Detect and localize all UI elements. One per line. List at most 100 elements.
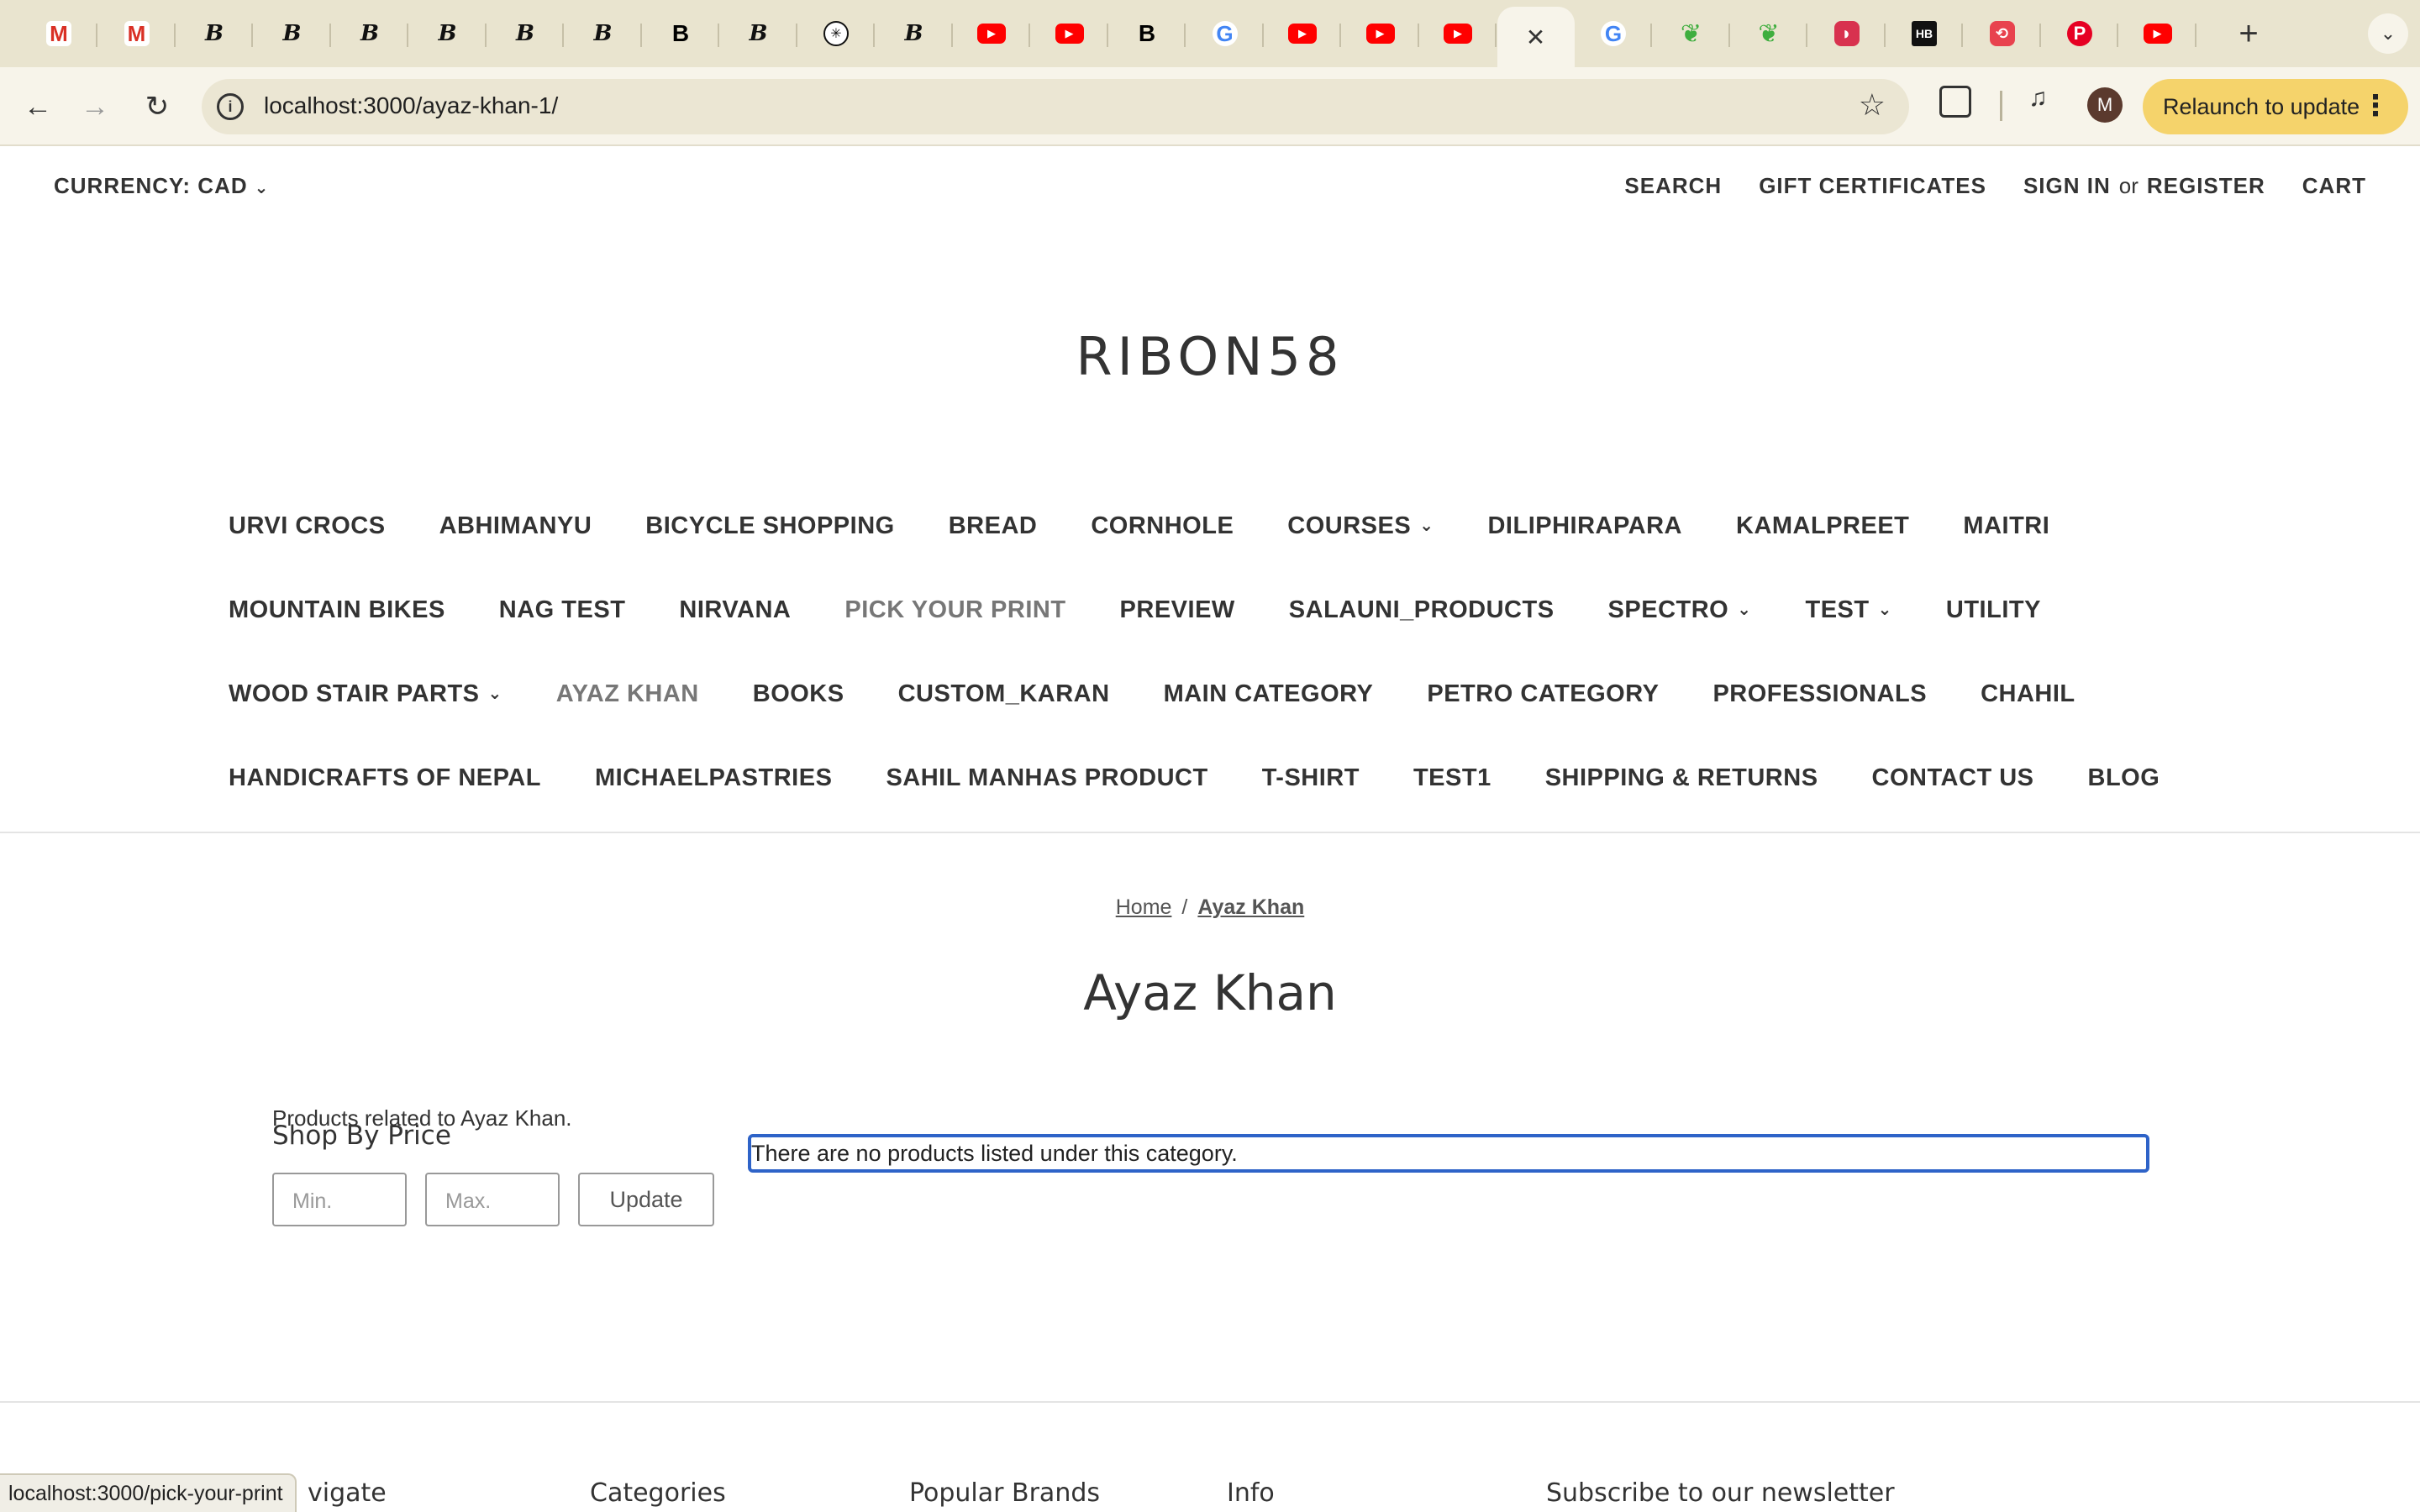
nav-item[interactable]: AYAZ KHAN bbox=[556, 680, 699, 708]
breadcrumb-current-link[interactable]: Ayaz Khan bbox=[1197, 895, 1304, 919]
nav-item[interactable]: CHAHIL bbox=[1981, 680, 2075, 708]
browser-tab[interactable]: ❦ bbox=[1730, 10, 1807, 57]
site-info-icon[interactable]: i bbox=[217, 93, 244, 120]
chevron-down-icon[interactable]: ⌄ bbox=[488, 685, 502, 703]
nav-item[interactable]: NIRVANA bbox=[679, 596, 791, 624]
bookmark-star-icon[interactable]: ☆ bbox=[1859, 87, 1886, 123]
browser-tab[interactable]: B bbox=[720, 10, 797, 57]
store-logo[interactable]: RIBON58 bbox=[0, 326, 2420, 387]
relaunch-to-update-button[interactable]: Relaunch to update ⋮ bbox=[2143, 79, 2408, 134]
chevron-down-icon[interactable]: ⌄ bbox=[1737, 601, 1751, 619]
close-icon[interactable]: ✕ bbox=[1526, 24, 1545, 51]
browser-tab[interactable]: ▶ bbox=[1264, 10, 1341, 57]
breadcrumb-home-link[interactable]: Home bbox=[1116, 895, 1172, 919]
nav-item[interactable]: BREAD bbox=[949, 512, 1038, 540]
nav-item[interactable]: TEST ⌄ bbox=[1806, 596, 1892, 624]
media-control-icon[interactable]: ♫ bbox=[2028, 84, 2048, 113]
browser-tab[interactable]: G bbox=[1186, 10, 1264, 57]
browser-tab[interactable]: B bbox=[876, 10, 953, 57]
search-link[interactable]: SEARCH bbox=[1624, 173, 1722, 199]
nav-item[interactable]: MOUNTAIN BIKES bbox=[229, 596, 445, 624]
leaf-icon: ❦ bbox=[1758, 19, 1780, 48]
google-icon: G bbox=[1212, 21, 1238, 46]
browser-tab[interactable]: G bbox=[1575, 10, 1652, 57]
cart-link[interactable]: CART bbox=[2302, 173, 2366, 199]
nav-item[interactable]: ABHIMANYU bbox=[439, 512, 592, 540]
nav-item[interactable]: PROFESSIONALS bbox=[1712, 680, 1927, 708]
nav-item[interactable]: CONTACT US bbox=[1872, 764, 2034, 792]
nav-item[interactable]: BICYCLE SHOPPING bbox=[645, 512, 894, 540]
forward-button[interactable]: → bbox=[76, 87, 114, 126]
browser-tab[interactable]: ⟲ bbox=[1964, 10, 2041, 57]
utility-links: SEARCH GIFT CERTIFICATES SIGN IN or REGI… bbox=[1587, 173, 2366, 199]
leaf-icon: ❦ bbox=[1680, 19, 1702, 48]
breadcrumb-separator: / bbox=[1181, 895, 1188, 919]
nav-item[interactable]: URVI CROCS bbox=[229, 512, 386, 540]
new-tab-button[interactable]: + bbox=[2227, 12, 2270, 55]
browser-tab[interactable]: ✕ bbox=[1497, 7, 1575, 67]
address-bar[interactable]: i localhost:3000/ayaz-khan-1/ ☆ bbox=[202, 79, 1909, 134]
currency-selector[interactable]: CURRENCY: CAD ⌄ bbox=[54, 173, 269, 199]
browser-tab[interactable]: B bbox=[176, 10, 253, 57]
back-button[interactable]: ← bbox=[18, 87, 57, 126]
nav-item[interactable]: CUSTOM_KARAN bbox=[898, 680, 1110, 708]
nav-item[interactable]: MAIN CATEGORY bbox=[1164, 680, 1374, 708]
nav-item[interactable]: DILIPHIRAPARA bbox=[1487, 512, 1682, 540]
browser-toolbar: ← → ↻ i localhost:3000/ayaz-khan-1/ ☆ ♫ … bbox=[0, 67, 2420, 146]
nav-item[interactable]: MICHAELPASTRIES bbox=[595, 764, 832, 792]
nav-item[interactable]: WOOD STAIR PARTS ⌄ bbox=[229, 680, 502, 708]
tab-search-button[interactable]: ⌄ bbox=[2368, 13, 2408, 54]
browser-tab[interactable]: ✳ bbox=[797, 10, 875, 57]
browser-tab[interactable]: B bbox=[487, 10, 564, 57]
nav-item[interactable]: COURSES ⌄ bbox=[1287, 512, 1434, 540]
nav-item[interactable]: KAMALPREET bbox=[1736, 512, 1909, 540]
browser-tab[interactable]: ◗ bbox=[1808, 10, 1886, 57]
profile-avatar[interactable]: M bbox=[2087, 87, 2123, 123]
nav-item[interactable]: MAITRI bbox=[1963, 512, 2049, 540]
browser-tab[interactable]: ▶ bbox=[2119, 10, 2196, 57]
nav-item[interactable]: PETRO CATEGORY bbox=[1427, 680, 1659, 708]
browser-tab[interactable]: M bbox=[98, 10, 176, 57]
nav-item[interactable]: UTILITY bbox=[1946, 596, 2041, 624]
register-link[interactable]: REGISTER bbox=[2147, 173, 2265, 199]
browser-tab[interactable]: B bbox=[409, 10, 487, 57]
browser-tab[interactable]: ❦ bbox=[1653, 10, 1730, 57]
max-price-input[interactable]: Max. bbox=[425, 1173, 560, 1226]
nav-item[interactable]: NAG TEST bbox=[499, 596, 626, 624]
browser-tab[interactable]: B bbox=[254, 10, 331, 57]
url-text[interactable]: localhost:3000/ayaz-khan-1/ bbox=[264, 92, 558, 119]
browser-tab[interactable]: ▶ bbox=[1342, 10, 1419, 57]
browser-tab[interactable]: B bbox=[1108, 10, 1186, 57]
nav-item-label: BREAD bbox=[948, 512, 1038, 539]
sign-in-link[interactable]: SIGN IN bbox=[2023, 173, 2111, 199]
browser-tab[interactable]: HB bbox=[1886, 10, 1963, 57]
nav-item[interactable]: BLOG bbox=[2088, 764, 2160, 792]
browser-tab[interactable]: ▶ bbox=[1031, 10, 1108, 57]
browser-tab[interactable]: P bbox=[2041, 10, 2118, 57]
nav-item[interactable]: HANDICRAFTS OF NEPAL bbox=[229, 764, 541, 792]
nav-item[interactable]: PICK YOUR PRINT bbox=[844, 596, 1065, 624]
chevron-down-icon[interactable]: ⌄ bbox=[1878, 601, 1892, 619]
browser-tab[interactable]: B bbox=[565, 10, 642, 57]
more-menu-icon[interactable]: ⋮ bbox=[2361, 89, 2390, 123]
nav-item[interactable]: CORNHOLE bbox=[1091, 512, 1234, 540]
min-price-input[interactable]: Min. bbox=[272, 1173, 407, 1226]
browser-tab[interactable]: B bbox=[331, 10, 408, 57]
nav-item[interactable]: SALAUNI_PRODUCTS bbox=[1289, 596, 1555, 624]
nav-item[interactable]: PREVIEW bbox=[1120, 596, 1235, 624]
chevron-down-icon[interactable]: ⌄ bbox=[1419, 517, 1434, 535]
nav-item[interactable]: BOOKS bbox=[753, 680, 844, 708]
browser-tab[interactable]: ▶ bbox=[1419, 10, 1497, 57]
price-update-button[interactable]: Update bbox=[578, 1173, 714, 1226]
nav-item[interactable]: SHIPPING & RETURNS bbox=[1545, 764, 1818, 792]
extensions-icon[interactable] bbox=[1939, 86, 1971, 118]
reload-button[interactable]: ↻ bbox=[138, 87, 176, 126]
browser-tab[interactable]: M bbox=[20, 10, 97, 57]
browser-tab[interactable]: B bbox=[642, 10, 719, 57]
nav-item[interactable]: SPECTRO ⌄ bbox=[1608, 596, 1752, 624]
nav-item[interactable]: T-SHIRT bbox=[1262, 764, 1360, 792]
gift-certificates-link[interactable]: GIFT CERTIFICATES bbox=[1759, 173, 1986, 199]
nav-item[interactable]: SAHIL MANHAS PRODUCT bbox=[886, 764, 1207, 792]
nav-item[interactable]: TEST1 bbox=[1413, 764, 1491, 792]
browser-tab[interactable]: ▶ bbox=[953, 10, 1030, 57]
